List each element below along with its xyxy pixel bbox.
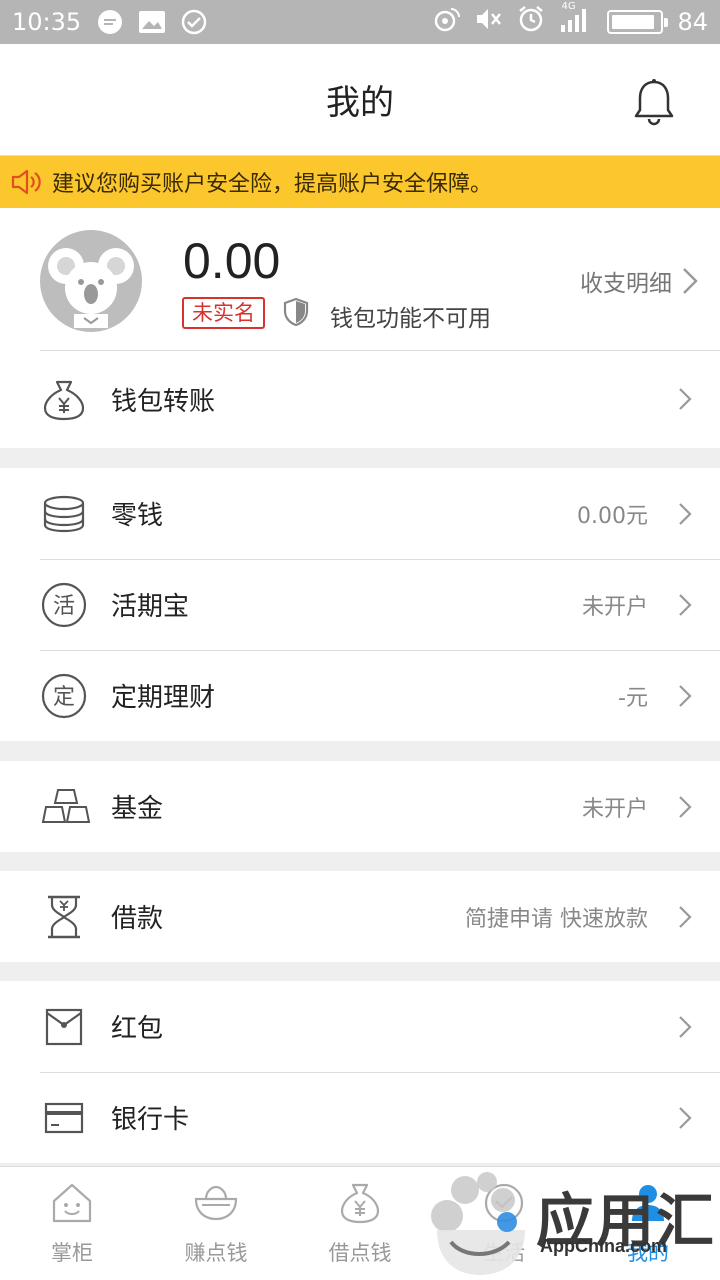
list-item-label: 银行卡 [111, 1105, 190, 1135]
speaker-icon [10, 167, 44, 197]
list-item-value: 未开户 [581, 796, 648, 822]
list-item-huoqibao[interactable]: 活 活期宝 未开户 [0, 559, 720, 650]
notice-text: 建议您购买账户安全险，提高账户安全保障。 [52, 172, 493, 197]
tab-label: 掌柜 [51, 1241, 93, 1265]
finance-group: 零钱 0.00元 活 活期宝 未开户 定 定期理财 -元 [0, 468, 720, 741]
house-face-icon [48, 1179, 96, 1227]
hotspot-icon [433, 5, 461, 39]
watermark-subtext: AppChina.com [540, 1236, 668, 1256]
loan-group: 借款 简捷申请 快速放款 [0, 871, 720, 962]
list-item-change[interactable]: 零钱 0.00元 [0, 468, 720, 559]
ding-circle-icon: 定 [40, 672, 88, 720]
detail-link-label: 收支明细 [580, 271, 672, 297]
list-item-label: 借款 [111, 904, 164, 934]
list-item-fixed-term[interactable]: 定 定期理财 -元 [0, 650, 720, 741]
chevron-right-icon [678, 1015, 692, 1039]
chevron-right-icon [678, 593, 692, 617]
battery-level: 84 [677, 8, 708, 36]
unverified-badge[interactable]: 未实名 [182, 297, 265, 329]
wallet-status-text: 钱包功能不可用 [330, 306, 491, 332]
avatar[interactable] [40, 230, 142, 332]
shield-icon [283, 297, 309, 327]
money-bag-icon [40, 375, 88, 423]
balance-amount: 0.00 [183, 233, 281, 289]
list-item-fund[interactable]: 基金 未开户 [0, 761, 720, 852]
list-item-label: 基金 [111, 794, 164, 824]
coins-icon [40, 490, 88, 538]
tab-borrow-money[interactable]: 借点钱 [288, 1167, 432, 1280]
list-item-loan[interactable]: 借款 简捷申请 快速放款 [0, 871, 720, 962]
huo-circle-icon: 活 [40, 581, 88, 629]
gold-bars-icon [40, 783, 92, 831]
red-envelope-icon [40, 1003, 88, 1051]
list-item-value: 未开户 [581, 594, 648, 620]
mute-icon [475, 6, 503, 38]
bell-icon[interactable] [632, 78, 676, 126]
battery-icon [607, 10, 669, 34]
transfer-group: 钱包转账 [0, 350, 720, 448]
list-item-value: 0.00元 [577, 503, 648, 529]
list-item-bank-card[interactable]: 银行卡 [0, 1072, 720, 1163]
page-header: 我的 [0, 44, 720, 156]
money-bag-icon [336, 1179, 384, 1227]
security-notice-bar[interactable]: 建议您购买账户安全险，提高账户安全保障。 [0, 156, 720, 208]
chevron-right-icon [678, 387, 692, 411]
page-title: 我的 [326, 83, 394, 123]
hourglass-icon [40, 893, 88, 941]
chevron-right-icon [678, 795, 692, 819]
tab-label: 借点钱 [328, 1241, 392, 1265]
list-item-label: 钱包转账 [111, 386, 216, 417]
image-notification-icon [137, 7, 167, 37]
list-item-label: 红包 [111, 1014, 164, 1044]
alarm-icon [517, 5, 545, 39]
income-expense-detail-link[interactable]: 收支明细 [580, 264, 698, 298]
chevron-right-icon [682, 267, 698, 295]
signal-icon: 4G [559, 1, 593, 39]
status-time: 10:35 [12, 8, 82, 36]
list-item-label: 零钱 [111, 501, 164, 531]
tab-earn-money[interactable]: 赚点钱 [144, 1167, 288, 1280]
chevron-right-icon [678, 502, 692, 526]
chevron-right-icon [678, 1106, 692, 1130]
chevron-right-icon [678, 684, 692, 708]
chat-notification-icon [95, 7, 125, 37]
list-item-red-envelope[interactable]: 红包 [0, 981, 720, 1072]
tab-label: 生活 [483, 1241, 525, 1265]
profile-card: 0.00 未实名 钱包功能不可用 收支明细 [0, 208, 720, 350]
tab-zhanggui[interactable]: 掌柜 [0, 1167, 144, 1280]
status-bar: 10:35 4G 84 [0, 0, 720, 44]
check-circle-icon [179, 7, 209, 37]
tab-label: 赚点钱 [184, 1241, 248, 1265]
chevron-right-icon [678, 905, 692, 929]
bank-card-icon [40, 1094, 88, 1142]
list-item-wallet-transfer[interactable]: 钱包转账 [0, 350, 720, 448]
network-type: 4G [561, 1, 576, 12]
fund-group: 基金 未开户 [0, 761, 720, 852]
svg-text:定: 定 [53, 685, 75, 710]
life-icon [480, 1179, 528, 1227]
list-item-label: 定期理财 [111, 683, 216, 713]
list-item-label: 活期宝 [111, 592, 190, 622]
cards-group: 红包 银行卡 [0, 981, 720, 1163]
list-item-value: -元 [618, 685, 648, 711]
ingot-icon [192, 1179, 240, 1227]
svg-text:活: 活 [53, 594, 75, 619]
list-item-value: 简捷申请 快速放款 [465, 906, 648, 932]
